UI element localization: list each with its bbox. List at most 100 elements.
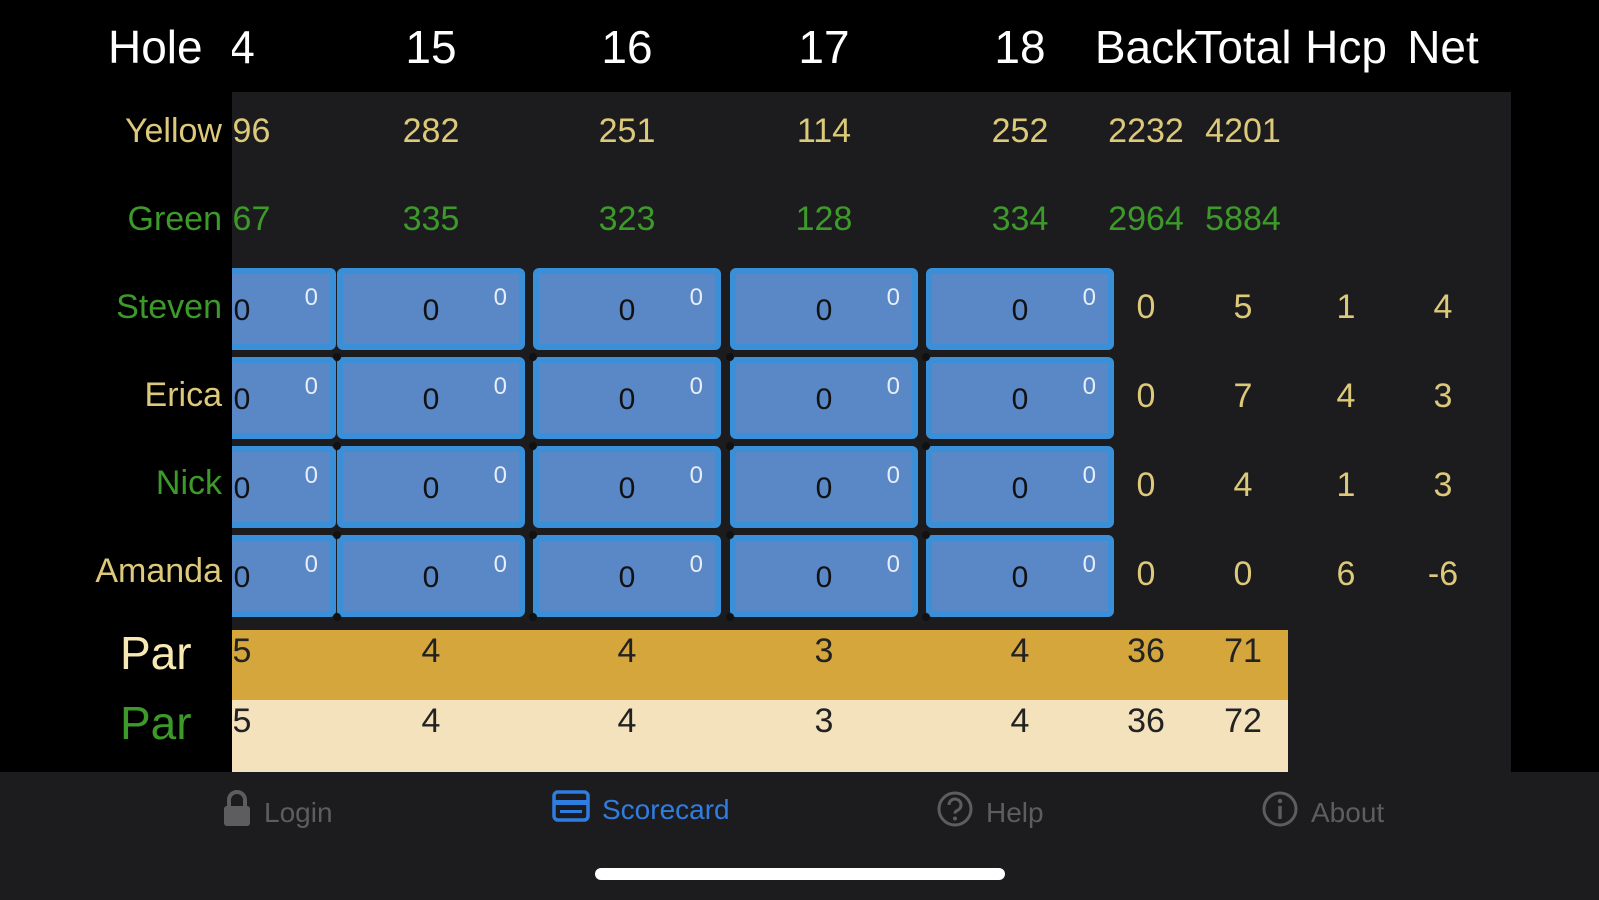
yardage-green: 128 [795, 200, 853, 238]
par-value: 3 [814, 702, 834, 740]
yardage-yellow: 251 [598, 112, 656, 150]
player-name-steven[interactable]: Steven [116, 288, 222, 327]
player-back-total: 0 [1136, 466, 1156, 504]
points-value: 0 [304, 551, 318, 578]
score-cell[interactable]: 00 [533, 535, 721, 617]
player-net: 4 [1433, 288, 1453, 326]
tee-back-total: 2964 [1108, 200, 1184, 238]
cell-separator-dot [333, 613, 341, 621]
score-cell[interactable]: 00 [730, 357, 918, 439]
player-back-total: 0 [1136, 377, 1156, 415]
points-value: 0 [886, 551, 900, 578]
back-header: Back [1094, 21, 1198, 73]
player-total: 5 [1233, 288, 1253, 326]
player-name-erica[interactable]: Erica [145, 376, 222, 415]
score-cell[interactable]: 00 [730, 446, 918, 528]
player-total: 4 [1233, 466, 1253, 504]
cell-separator-dot [726, 442, 734, 450]
player-total: 0 [1233, 555, 1253, 593]
score-value: 0 [422, 294, 440, 327]
score-value: 0 [618, 294, 636, 327]
score-cell[interactable]: 00 [533, 357, 721, 439]
score-cell[interactable]: 00 [232, 446, 336, 528]
points-value: 0 [689, 373, 703, 400]
score-cell[interactable]: 00 [337, 357, 525, 439]
cell-separator-dot [529, 442, 537, 450]
player-total: 7 [1233, 377, 1253, 415]
points-value: 0 [886, 284, 900, 311]
cell-separator-dot [726, 353, 734, 361]
points-value: 0 [689, 284, 703, 311]
tab-about[interactable]: About [1261, 790, 1384, 835]
yardage-green: 467 [232, 200, 271, 238]
cell-separator-dot [922, 613, 930, 621]
score-cell[interactable]: 00 [533, 446, 721, 528]
player-net: 3 [1433, 377, 1453, 415]
cell-separator-dot [726, 531, 734, 539]
par-total: 72 [1224, 702, 1262, 740]
score-cell[interactable]: 00 [926, 535, 1114, 617]
score-cell[interactable]: 00 [730, 268, 918, 350]
player-hcp: 1 [1336, 466, 1356, 504]
score-value: 0 [1011, 294, 1029, 327]
par-value: 4 [617, 632, 637, 670]
score-value: 0 [815, 561, 833, 594]
cell-separator-dot [922, 353, 930, 361]
score-value: 0 [815, 383, 833, 416]
player-name-nick[interactable]: Nick [156, 464, 222, 503]
par-label-yellow: Par [120, 627, 192, 679]
yardage-green: 323 [598, 200, 656, 238]
points-value: 0 [689, 551, 703, 578]
score-value: 0 [815, 472, 833, 505]
score-cell[interactable]: 00 [232, 357, 336, 439]
total-header: Total [1194, 21, 1292, 73]
info-icon [1261, 790, 1299, 835]
points-value: 0 [493, 462, 507, 489]
tee-total: 4201 [1205, 112, 1281, 150]
points-value: 0 [304, 284, 318, 311]
points-value: 0 [689, 462, 703, 489]
hcp-header: Hcp [1305, 21, 1387, 73]
help-icon [936, 790, 974, 835]
net-header: Net [1407, 21, 1479, 73]
player-hcp: 4 [1336, 377, 1356, 415]
par-back-total: 36 [1127, 632, 1165, 670]
player-back-total: 0 [1136, 288, 1156, 326]
hole-number-header: 4 [232, 21, 255, 73]
home-indicator [595, 868, 1005, 880]
points-value: 0 [493, 284, 507, 311]
tab-scorecard-label: Scorecard [602, 793, 730, 825]
hole-number-header: 16 [601, 21, 653, 73]
yardage-yellow: 252 [991, 112, 1049, 150]
hole-number-header: 18 [994, 21, 1046, 73]
score-cell[interactable]: 00 [337, 535, 525, 617]
player-name-amanda[interactable]: Amanda [95, 552, 222, 591]
points-value: 0 [304, 373, 318, 400]
cell-separator-dot [726, 613, 734, 621]
score-cell[interactable]: 00 [730, 535, 918, 617]
scorecard-icon [552, 790, 590, 829]
cell-separator-dot [529, 353, 537, 361]
par-value: 5 [232, 632, 252, 670]
tab-about-label: About [1311, 796, 1385, 828]
tab-scorecard[interactable]: Scorecard [552, 790, 730, 829]
par-value: 5 [232, 702, 252, 740]
cell-separator-dot [333, 442, 341, 450]
tab-help[interactable]: Help [936, 790, 1044, 835]
player-back-total: 0 [1136, 555, 1156, 593]
score-cell[interactable]: 00 [232, 268, 336, 350]
score-cell[interactable]: 00 [337, 268, 525, 350]
par-value: 4 [421, 632, 441, 670]
score-cell[interactable]: 00 [926, 268, 1114, 350]
score-value: 0 [618, 383, 636, 416]
score-cell[interactable]: 00 [232, 535, 336, 617]
score-cell[interactable]: 00 [533, 268, 721, 350]
yardage-green: 335 [402, 200, 460, 238]
hole-number-header: 17 [798, 21, 850, 73]
scorecard-grid[interactable]: 4396467152823351625132317114128182523340… [232, 0, 1599, 900]
tab-login[interactable]: Login [222, 790, 333, 835]
score-cell[interactable]: 00 [926, 446, 1114, 528]
cell-separator-dot [333, 531, 341, 539]
score-cell[interactable]: 00 [926, 357, 1114, 439]
score-cell[interactable]: 00 [337, 446, 525, 528]
